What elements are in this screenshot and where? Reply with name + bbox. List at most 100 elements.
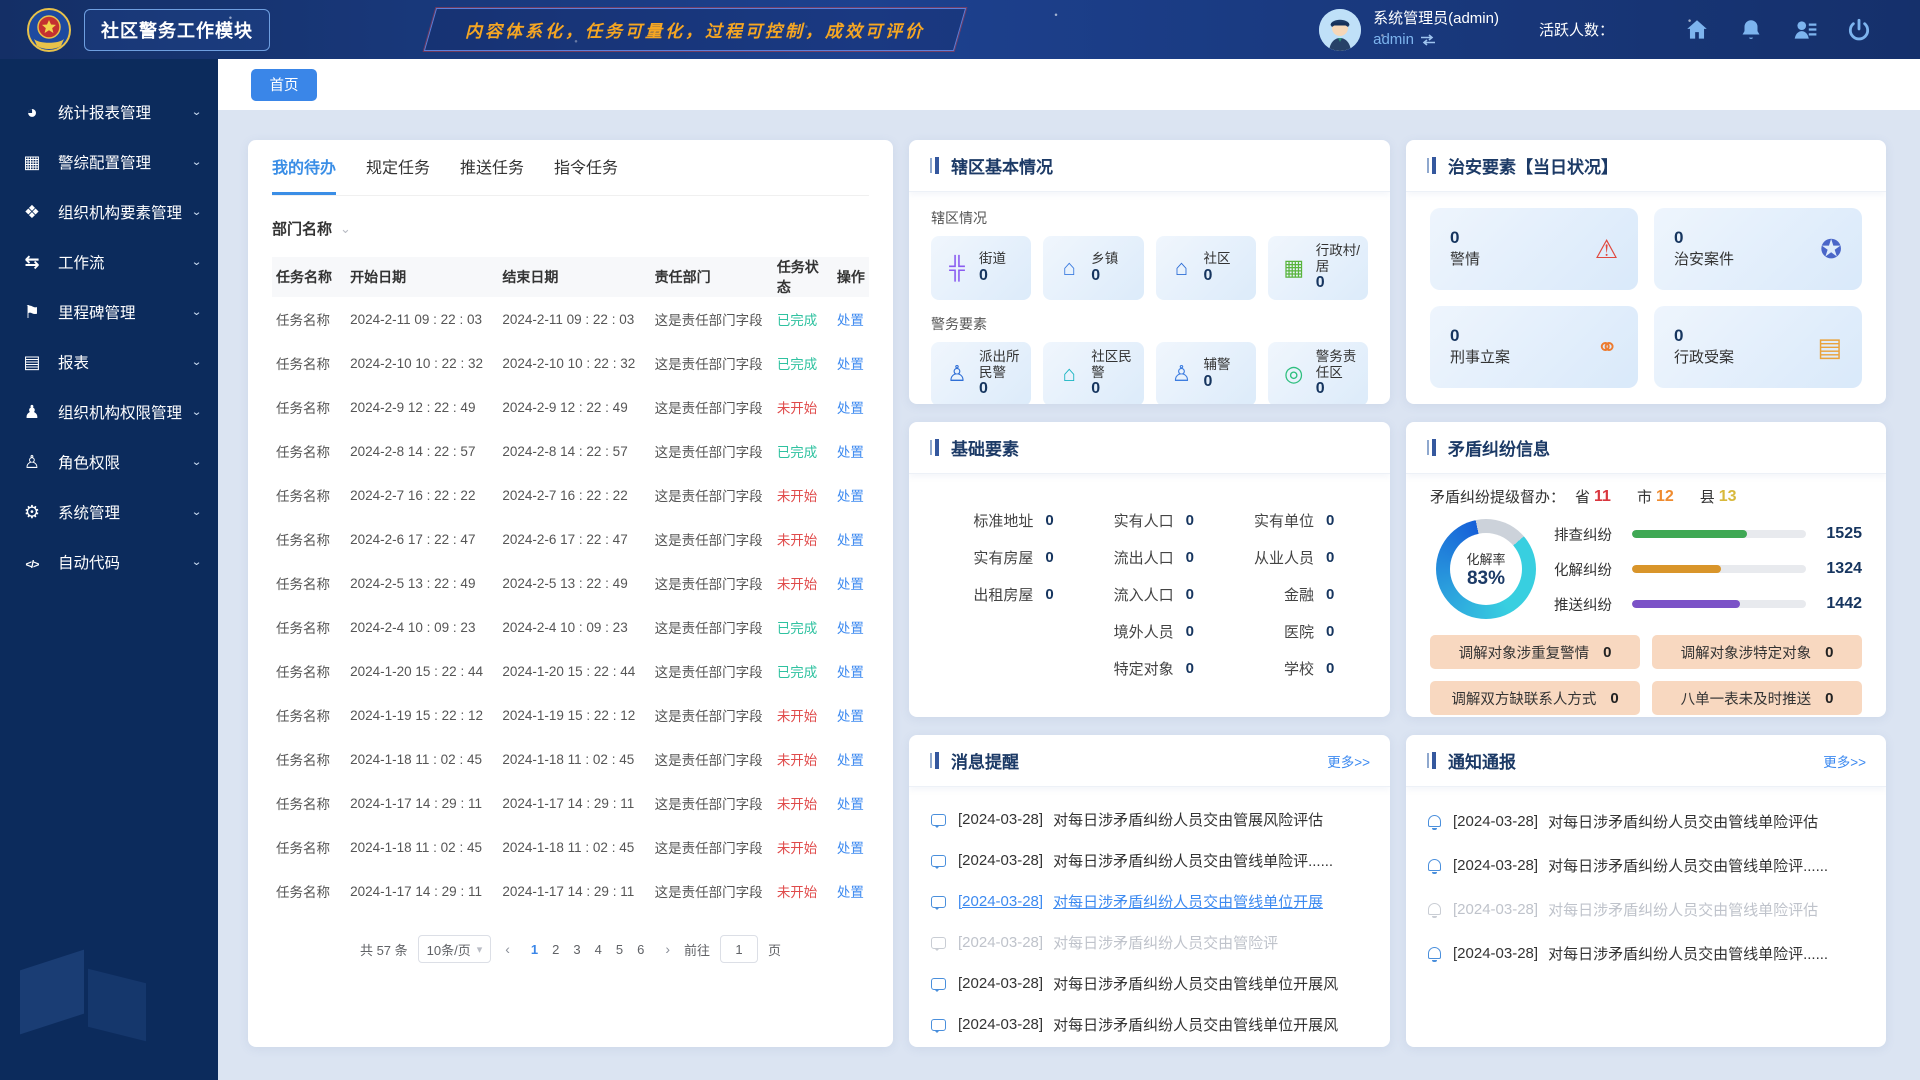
stat-card[interactable]: 0 治安案件	[1654, 208, 1862, 290]
stat-card[interactable]: 警务责任区 0	[1268, 342, 1368, 404]
task-tab[interactable]: 推送任务	[460, 140, 524, 195]
handle-link[interactable]: 处置	[837, 753, 864, 768]
handle-link[interactable]: 处置	[837, 797, 864, 812]
stat-card[interactable]: 0 行政受案	[1654, 306, 1862, 388]
stat-card[interactable]: 0 警情	[1430, 208, 1638, 290]
handle-link[interactable]: 处置	[837, 885, 864, 900]
notice-item[interactable]: [2024-03-28] 对每日涉矛盾纠纷人员交由管线单险评估	[1428, 887, 1864, 931]
more-link[interactable]: 更多>>	[1823, 751, 1866, 771]
sidebar-item-label: 系统管理	[58, 501, 191, 523]
home-icon[interactable]	[1684, 17, 1710, 43]
sidebar-item[interactable]: 角色权限 ⌄	[0, 437, 218, 487]
panel-title: 消息提醒	[951, 748, 1019, 773]
panel-title: 治安要素【当日状况】	[1448, 153, 1618, 178]
task-tab[interactable]: 指令任务	[554, 140, 618, 195]
message-item[interactable]: [2024-03-28] 对每日涉矛盾纠纷人员交由管线单位开展风	[931, 1004, 1368, 1045]
goto-page-input[interactable]	[720, 935, 758, 963]
dispute-tag-button[interactable]: 调解对象涉特定对象 0	[1652, 635, 1862, 669]
power-icon[interactable]	[1846, 17, 1872, 43]
pie-chart-icon	[20, 102, 44, 123]
handle-link[interactable]: 处置	[837, 313, 864, 328]
task-department: 这是责任部门字段	[651, 473, 773, 517]
bell-icon	[1428, 859, 1441, 871]
cubes-decoration	[14, 930, 164, 1050]
bell-icon[interactable]	[1738, 17, 1764, 43]
sidebar-item[interactable]: 组织机构权限管理 ⌄	[0, 387, 218, 437]
panel-title: 通知通报	[1448, 748, 1516, 773]
page-number[interactable]: 5	[609, 942, 630, 957]
task-end-date: 2024-1-17 14 : 29 : 11	[498, 869, 650, 913]
task-end-date: 2024-2-9 12 : 22 : 49	[498, 385, 650, 429]
notice-item[interactable]: [2024-03-28] 对每日涉矛盾纠纷人员交由管线单险评......	[1428, 843, 1864, 887]
handle-link[interactable]: 处置	[837, 665, 864, 680]
stat-card[interactable]: 派出所民警 0	[931, 342, 1031, 404]
next-page-button[interactable]: ›	[661, 941, 674, 957]
page-size-select[interactable]: 10条/页 ▾	[418, 935, 492, 963]
sidebar-item[interactable]: 工作流 ⌄	[0, 237, 218, 287]
message-item[interactable]: [2024-03-28] 对每日涉矛盾纠纷人员交由管线单位开展	[931, 881, 1368, 922]
handle-link[interactable]: 处置	[837, 709, 864, 724]
stat-card[interactable]: 街道 0	[931, 236, 1031, 300]
stat-card[interactable]: 0 刑事立案	[1430, 306, 1638, 388]
contacts-icon[interactable]	[1792, 17, 1818, 43]
bar-row: 推送纠纷 1442	[1554, 594, 1862, 615]
handle-link[interactable]: 处置	[837, 445, 864, 460]
handle-link[interactable]: 处置	[837, 621, 864, 636]
switch-user-icon[interactable]	[1420, 34, 1436, 46]
comment-icon	[931, 896, 946, 908]
message-item[interactable]: [2024-03-28] 对每日涉矛盾纠纷人员交由管展风险评估	[931, 799, 1368, 840]
message-item[interactable]: [2024-03-28] 对每日涉矛盾纠纷人员交由管险评	[931, 922, 1368, 963]
task-start-date: 2024-2-5 13 : 22 : 49	[346, 561, 498, 605]
task-name: 任务名称	[272, 341, 346, 385]
handle-link[interactable]: 处置	[837, 533, 864, 548]
sidebar-item-label: 工作流	[58, 251, 191, 273]
notice-item[interactable]: [2024-03-28] 对每日涉矛盾纠纷人员交由管线单险评估	[1428, 799, 1864, 843]
stat-card[interactable]: 辅警 0	[1156, 342, 1256, 404]
prev-page-button[interactable]: ‹	[501, 941, 514, 957]
dispute-tag-button[interactable]: 调解双方缺联系人方式 0	[1430, 681, 1640, 715]
stat-card[interactable]: 乡镇 0	[1043, 236, 1143, 300]
task-department: 这是责任部门字段	[651, 825, 773, 869]
task-department: 这是责任部门字段	[651, 517, 773, 561]
community-officer-icon	[1055, 361, 1083, 387]
message-item[interactable]: [2024-03-28] 对每日涉矛盾纠纷人员交由管线单险评......	[931, 840, 1368, 881]
message-item[interactable]: [2024-03-28] 对每日涉矛盾纠纷人员交由管线单位开展风	[931, 963, 1368, 1004]
chevron-down-icon: ⌄	[191, 256, 202, 269]
sidebar-item[interactable]: 组织机构要素管理 ⌄	[0, 187, 218, 237]
handle-link[interactable]: 处置	[837, 841, 864, 856]
stat-card[interactable]: 社区民警 0	[1043, 342, 1143, 404]
stat-card[interactable]: 社区 0	[1156, 236, 1256, 300]
task-end-date: 2024-2-4 10 : 09 : 23	[498, 605, 650, 649]
task-start-date: 2024-2-6 17 : 22 : 47	[346, 517, 498, 561]
sidebar-item[interactable]: 系统管理 ⌄	[0, 487, 218, 537]
sidebar-item[interactable]: 报表 ⌄	[0, 337, 218, 387]
dispute-tag-button[interactable]: 八单一表未及时推送 0	[1652, 681, 1862, 715]
page-number[interactable]: 2	[545, 942, 566, 957]
task-tab[interactable]: 规定任务	[366, 140, 430, 195]
handle-link[interactable]: 处置	[837, 357, 864, 372]
page-number[interactable]: 3	[566, 942, 587, 957]
sidebar-item[interactable]: 统计报表管理 ⌄	[0, 87, 218, 137]
sidebar-item[interactable]: 警综配置管理 ⌄	[0, 137, 218, 187]
tab-home[interactable]: 首页	[251, 69, 317, 101]
dispute-tag-button[interactable]: 调解对象涉重复警情 0	[1430, 635, 1640, 669]
handle-link[interactable]: 处置	[837, 489, 864, 504]
username-link[interactable]: admin	[1373, 30, 1414, 50]
sidebar-item[interactable]: 自动代码 ⌄	[0, 537, 218, 587]
page-number[interactable]: 4	[588, 942, 609, 957]
task-end-date: 2024-2-6 17 : 22 : 47	[498, 517, 650, 561]
status-badge: 未开始	[777, 577, 818, 592]
supervise-stat: 省 11	[1575, 486, 1611, 507]
task-start-date: 2024-2-9 12 : 22 : 49	[346, 385, 498, 429]
page-number[interactable]: 6	[630, 942, 651, 957]
handle-link[interactable]: 处置	[837, 401, 864, 416]
stat-card[interactable]: 行政村/居 0	[1268, 236, 1368, 300]
notice-item[interactable]: [2024-03-28] 对每日涉矛盾纠纷人员交由管线单险评......	[1428, 931, 1864, 975]
avatar[interactable]	[1319, 9, 1361, 51]
department-filter[interactable]: 部门名称 ⌄	[272, 218, 869, 239]
task-tab[interactable]: 我的待办	[272, 140, 336, 195]
more-link[interactable]: 更多>>	[1327, 751, 1370, 771]
handle-link[interactable]: 处置	[837, 577, 864, 592]
page-number[interactable]: 1	[524, 942, 545, 957]
sidebar-item[interactable]: 里程碑管理 ⌄	[0, 287, 218, 337]
